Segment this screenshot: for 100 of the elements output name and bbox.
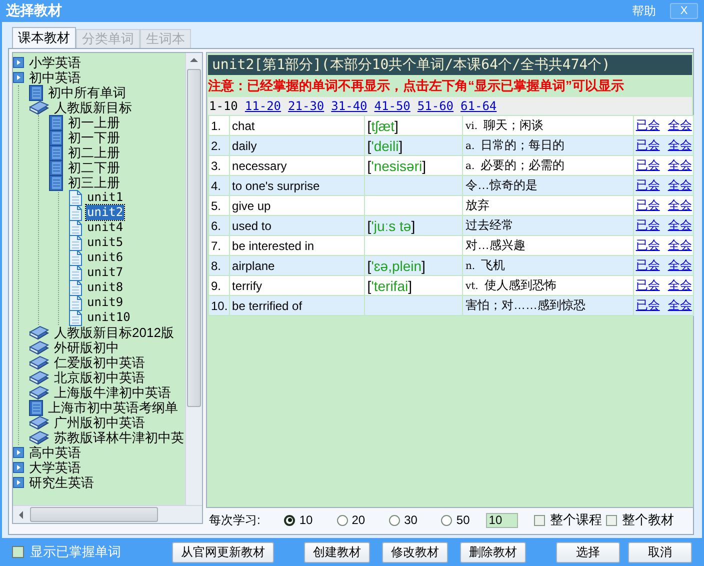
tree-item[interactable]: 初中英语 [28, 70, 82, 85]
mark-known-link[interactable]: 已会 [636, 258, 660, 272]
mark-known-link[interactable]: 已会 [636, 138, 660, 152]
radio-button[interactable] [389, 514, 400, 526]
tree-item[interactable]: unit4 [86, 220, 124, 235]
checkbox[interactable] [606, 514, 617, 526]
tree-item[interactable]: 大学英语 [28, 460, 82, 475]
window-title: 选择教材 [6, 2, 63, 20]
notebook-icon [49, 144, 63, 160]
radio-button[interactable] [284, 514, 296, 526]
tree-item[interactable]: 上海市初中英语考纲单 [47, 400, 179, 415]
word-cell: to one's surprise [230, 176, 365, 196]
page-link[interactable]: 61-64 [460, 99, 497, 113]
mark-known-link[interactable]: 已会 [636, 198, 660, 212]
radio-label: 50 [456, 513, 470, 527]
mark-known-link[interactable]: 已会 [636, 278, 660, 292]
meaning-cell: a. 日常的；每日的 [462, 136, 634, 156]
mark-known-link[interactable]: 已会 [636, 238, 660, 252]
tree-item[interactable]: 研究生英语 [28, 475, 95, 490]
page-link[interactable]: 1-10 [209, 99, 238, 113]
count-field[interactable]: 10 [486, 512, 518, 528]
row-number: 6. [208, 216, 230, 236]
tree-item[interactable]: unit7 [86, 265, 124, 280]
checkbox[interactable] [534, 514, 545, 526]
action-button[interactable]: 从官网更新教材 [172, 542, 274, 562]
mark-known-link[interactable]: 全会 [668, 178, 692, 192]
action-button[interactable]: 删除教材 [460, 542, 526, 562]
lesson-header: unit2[第1部分](本部分10共个单词/本课64个/全书共474个) [208, 55, 692, 75]
tree-item[interactable]: 人教版新目标 [53, 100, 133, 115]
tree-item[interactable]: 上海版牛津初中英语 [53, 385, 172, 400]
mark-known-link[interactable]: 已会 [636, 298, 660, 312]
tree-item[interactable]: 外研版初中 [53, 340, 120, 355]
radio-button[interactable] [441, 514, 452, 526]
tree-item[interactable]: 初二上册 [67, 145, 121, 160]
page-link[interactable]: 21-30 [288, 99, 324, 113]
tree-item[interactable]: unit5 [86, 235, 124, 250]
checkbox[interactable] [12, 546, 24, 558]
study-label: 每次学习: [209, 512, 260, 528]
tree-item[interactable]: unit9 [86, 295, 124, 310]
mark-known-link[interactable]: 已会 [636, 178, 660, 192]
tree-item[interactable]: unit1 [86, 190, 124, 205]
tree-item[interactable]: unit10 [86, 310, 132, 325]
books-icon [29, 416, 49, 430]
tree-item[interactable]: 初中所有单词 [47, 85, 127, 100]
tree-item[interactable]: unit6 [86, 250, 124, 265]
checkbox-label: 整个教材 [622, 511, 674, 529]
meaning-cell: a. 必要的；必需的 [462, 156, 634, 176]
word-cell: be interested in [230, 236, 365, 256]
scrollbar-thumb[interactable] [30, 507, 158, 522]
phonetic-cell: ['nesisəri] [364, 156, 463, 176]
tree-item[interactable]: 初一下册 [67, 130, 121, 145]
row-number: 2. [208, 136, 230, 156]
tab[interactable]: 课本教材 [12, 27, 76, 48]
page-link[interactable]: 51-60 [417, 99, 454, 113]
tree-item[interactable]: unit2 [86, 205, 124, 220]
mark-known-link[interactable]: 全会 [668, 258, 692, 272]
phonetic-cell: [tʃæt] [364, 116, 463, 136]
meaning-cell: n. 飞机 [462, 256, 634, 276]
mark-known-link[interactable]: 全会 [668, 158, 692, 172]
row-number: 1. [208, 116, 230, 136]
radio-button[interactable] [336, 514, 348, 526]
tree-item[interactable]: 初三上册 [67, 175, 121, 190]
page-link[interactable]: 31-40 [331, 99, 368, 113]
row-number: 5. [208, 196, 230, 216]
word-cell: chat [230, 116, 365, 136]
mark-known-link[interactable]: 全会 [668, 118, 692, 132]
scrollbar-thumb[interactable] [187, 69, 201, 407]
mark-known-link[interactable]: 全会 [668, 278, 692, 292]
tree-item[interactable]: 人教版新目标2012版 [53, 325, 175, 340]
phonetic-cell: ['juːs tə] [364, 216, 463, 236]
meaning-cell: 令…惊奇的是 [462, 176, 634, 196]
tree-item[interactable]: 小学英语 [28, 55, 82, 70]
mark-known-link[interactable]: 全会 [668, 198, 692, 212]
notice-text: 注意：已经掌握的单词不再显示，点击左下角“显示已掌握单词”可以显示 [208, 77, 625, 95]
action-button[interactable]: 修改教材 [382, 542, 448, 562]
mark-known-link[interactable]: 全会 [668, 298, 692, 312]
tree-item[interactable]: 高中英语 [28, 445, 82, 460]
page-link[interactable]: 41-50 [374, 99, 410, 113]
books-icon [29, 100, 49, 114]
page-link[interactable]: 11-20 [244, 99, 282, 113]
tree-item[interactable]: 仁爱版初中英语 [53, 355, 146, 370]
mark-known-link[interactable]: 已会 [636, 218, 660, 232]
action-button[interactable]: 创建教材 [304, 542, 370, 562]
mark-known-link[interactable]: 全会 [668, 218, 692, 232]
mark-known-link[interactable]: 已会 [636, 158, 660, 172]
action-button[interactable]: 取消 [628, 542, 692, 562]
expand-icon [13, 72, 24, 83]
horizontal-scrollbar[interactable] [13, 505, 202, 523]
mark-known-link[interactable]: 全会 [668, 138, 692, 152]
tree-item[interactable]: 初二下册 [67, 160, 121, 175]
vertical-scrollbar[interactable] [185, 53, 202, 505]
mark-known-link[interactable]: 已会 [636, 118, 660, 132]
tree-item[interactable]: unit8 [86, 280, 124, 295]
tree-item[interactable]: 广州版初中英语 [53, 415, 146, 430]
tree-item[interactable]: 北京版初中英语 [53, 370, 146, 385]
action-button[interactable]: 选择 [556, 542, 620, 562]
row-number: 9. [208, 276, 230, 296]
mark-known-link[interactable]: 全会 [668, 238, 692, 252]
tree-item[interactable]: 苏教版译林牛津初中英 [53, 430, 185, 445]
tree-item[interactable]: 初一上册 [67, 115, 121, 130]
